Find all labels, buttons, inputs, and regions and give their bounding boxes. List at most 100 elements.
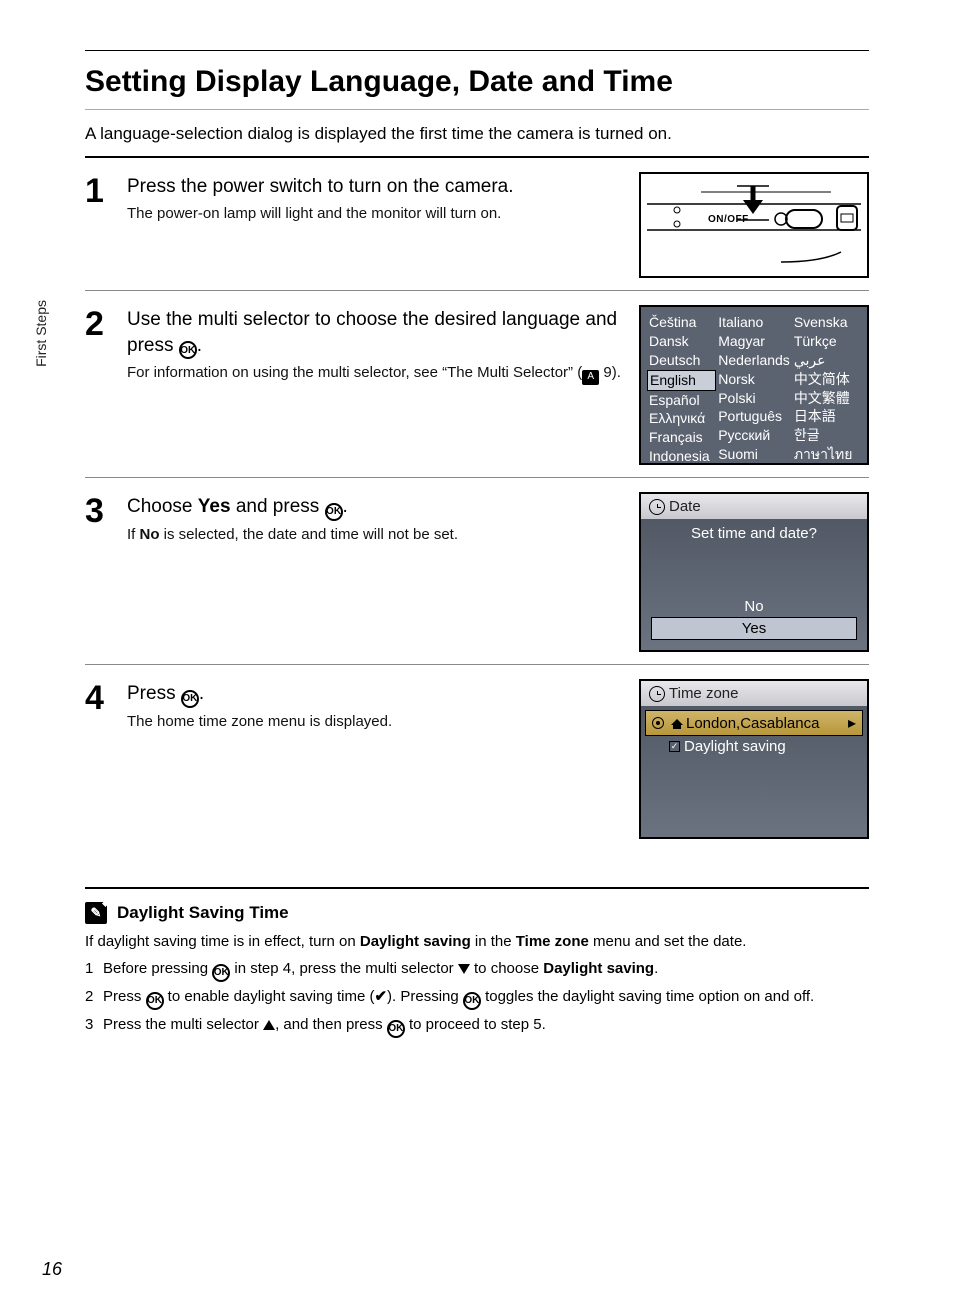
step-3: 3 Choose Yes and press OK. If No is sele… [85,492,869,665]
step-1-figure: ON/OFF [639,172,869,278]
date-screen: Date Set time and date? No Yes [639,492,869,652]
top-rule [85,50,869,51]
step-4-figure: Time zone London,Casablanca ▸ ✓ Daylight… [639,679,869,839]
lang-francais: Français [647,428,716,447]
ok-icon: OK [463,992,481,1010]
ok-icon: OK [387,1020,405,1038]
note-1c: to choose [470,960,543,977]
onoff-label: ON/OFF [708,214,749,225]
target-icon [652,717,664,729]
date-header-label: Date [669,498,701,515]
chevron-right-icon: ▸ [848,713,856,733]
lang-nederlands: Nederlands [716,351,792,370]
note-item-2: 2 Press OK to enable daylight saving tim… [85,986,869,1010]
note-2a: Press [103,988,146,1005]
page-number: 16 [42,1259,62,1280]
note-intro-b: Daylight saving [360,933,471,950]
note-1e: . [654,960,658,977]
note-1d: Daylight saving [543,960,654,977]
lang-svenska: Svenska [792,313,861,332]
step-3-heading-a: Choose [127,496,198,517]
lang-thai: ภาษาไทย [792,445,861,464]
lang-col-3: Svenska Türkçe عربي 中文简体 中文繁體 日本語 한글 ภาษ… [792,313,861,457]
lang-deutsch: Deutsch [647,351,716,370]
ok-icon: OK [325,503,343,521]
step-3-heading: Choose Yes and press OK. [127,494,623,521]
step-2-desc-a: For information on using the multi selec… [127,364,582,381]
note-list: 1 Before pressing OK in step 4, press th… [85,958,869,1038]
lang-polski: Polski [716,389,792,408]
date-opt-no: No [651,596,857,617]
note-intro-e: menu and set the date. [589,933,747,950]
lang-greek: Ελληνικά [647,409,716,428]
step-1-desc: The power-on lamp will light and the mon… [127,204,623,224]
step-2-desc: For information on using the multi selec… [127,363,623,384]
lang-korean: 한글 [792,426,861,445]
step-2-heading-b: . [197,335,202,356]
step-1-heading: Press the power switch to turn on the ca… [127,174,623,200]
note-item-1: 1 Before pressing OK in step 4, press th… [85,958,869,982]
date-opt-yes-selected: Yes [651,617,857,640]
step-3-number: 3 [85,492,127,528]
note-num-2: 2 [85,986,103,1010]
lang-english-selected: English [647,370,716,391]
lang-russian: Русский [716,426,792,445]
step-4-number: 4 [85,679,127,715]
step-4-heading-a: Press [127,683,181,704]
lang-italiano: Italiano [716,313,792,332]
lang-col-1: Čeština Dansk Deutsch English Español Ελ… [647,313,716,457]
lang-suomi: Suomi [716,445,792,464]
date-screen-header: Date [641,494,867,519]
step-4-heading-b: . [199,683,204,704]
note-1b: in step 4, press the multi selector [230,960,458,977]
timezone-dst-row: ✓ Daylight saving [641,736,867,757]
lang-zh-traditional: 中文繁體 [792,389,861,408]
lang-zh-simplified: 中文简体 [792,370,861,389]
lang-col-2: Italiano Magyar Nederlands Norsk Polski … [716,313,792,457]
step-1-number: 1 [85,172,127,208]
note-2b: to enable daylight saving time ( [164,988,375,1005]
lang-dansk: Dansk [647,332,716,351]
lang-portugues: Português [716,407,792,426]
down-arrow-icon [458,964,470,974]
step-3-heading-b: and press [231,496,325,517]
lang-arabic: عربي [792,351,861,370]
home-icon [671,717,683,729]
timezone-screen-header: Time zone [641,681,867,706]
step-4-heading: Press OK. [127,681,623,708]
lang-indonesia: Indonesia [647,447,716,466]
step-3-desc-b: is selected, the date and time will not … [160,526,459,543]
title-underline [85,109,869,110]
step-3-heading-c: . [343,496,348,517]
lang-norsk: Norsk [716,370,792,389]
step-3-desc: If No is selected, the date and time wil… [127,525,623,545]
note-num-1: 1 [85,958,103,982]
ok-icon: OK [146,992,164,1010]
note-title: ✎ Daylight Saving Time [85,901,869,925]
step-4: 4 Press OK. The home time zone menu is d… [85,679,869,851]
step-2-number: 2 [85,305,127,341]
note-item-3: 3 Press the multi selector , and then pr… [85,1014,869,1038]
ok-icon: OK [212,964,230,982]
note-3b: , and then press [275,1016,387,1033]
note-title-text: Daylight Saving Time [117,901,289,925]
lang-espanol: Español [647,391,716,410]
date-prompt: Set time and date? [641,519,867,596]
ok-icon: OK [179,341,197,359]
page-content: Setting Display Language, Date and Time … [0,0,954,1078]
daylight-note: ✎ Daylight Saving Time If daylight savin… [85,887,869,1038]
note-num-3: 3 [85,1014,103,1038]
note-intro-d: Time zone [516,933,589,950]
ok-icon: OK [181,690,199,708]
timezone-screen: Time zone London,Casablanca ▸ ✓ Daylight… [639,679,869,839]
language-screen: Čeština Dansk Deutsch English Español Ελ… [639,305,869,465]
step-2-desc-b: 9). [599,364,621,381]
note-3c: to proceed to step 5. [405,1016,546,1033]
up-arrow-icon [263,1020,275,1030]
clock-icon [649,499,665,515]
note-3a: Press the multi selector [103,1016,263,1033]
note-1a: Before pressing [103,960,212,977]
note-2d: toggles the daylight saving time option … [481,988,814,1005]
timezone-location: London,Casablanca [686,715,819,732]
manual-ref-icon: A [582,370,599,385]
